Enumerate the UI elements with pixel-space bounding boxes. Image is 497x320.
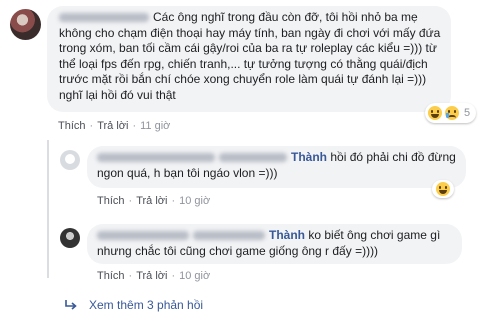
sad-icon [444, 105, 460, 121]
reply-avatar[interactable] [60, 228, 80, 248]
haha-icon [434, 181, 451, 197]
mention-link[interactable]: Thành [269, 228, 305, 242]
reply-timestamp[interactable]: 10 giờ [179, 270, 210, 282]
comment-reactions[interactable]: 5 [425, 103, 477, 123]
view-more-replies-link[interactable]: Xem thêm 3 phản hồi [64, 298, 203, 312]
reply-link[interactable]: Trả lời [97, 120, 128, 132]
like-link[interactable]: Thích [97, 270, 125, 282]
like-link[interactable]: Thích [58, 120, 86, 132]
reply-actions: Thích · Trả lời · 10 giờ [97, 195, 210, 207]
separator: · [128, 195, 133, 207]
separator: · [128, 270, 133, 282]
author-name-redacted[interactable] [59, 13, 149, 23]
author-name-redacted[interactable] [97, 231, 189, 241]
reply-avatar[interactable] [60, 150, 80, 170]
comment-text: Các ông nghĩ trong đầu còn đỡ, tôi hồi n… [59, 10, 441, 102]
mention-redacted[interactable] [193, 231, 265, 241]
mention-redacted[interactable] [219, 153, 287, 163]
comment-actions: Thích · Trả lời · 11 giờ [58, 120, 170, 132]
separator: · [171, 195, 176, 207]
reply-arrow-icon [64, 299, 78, 311]
separator: · [171, 270, 176, 282]
view-more-replies-label: Xem thêm 3 phản hồi [89, 298, 204, 312]
author-name-redacted[interactable] [97, 153, 215, 163]
reply-link[interactable]: Trả lời [136, 195, 167, 207]
reply-link[interactable]: Trả lời [136, 270, 167, 282]
separator: · [132, 120, 137, 132]
reaction-count: 5 [464, 107, 471, 119]
reply-reactions[interactable] [432, 180, 454, 198]
mention-link[interactable]: Thành [291, 150, 327, 164]
like-link[interactable]: Thích [97, 195, 125, 207]
reply-timestamp[interactable]: 10 giờ [179, 195, 210, 207]
reply-bubble: Thành ko biết ông chơi game gì nhưng chắ… [87, 224, 462, 264]
reply-bubble: Thành hồi đó phải chi đồ đừng ngon quá, … [87, 146, 466, 188]
commenter-avatar[interactable] [10, 9, 41, 40]
reply-actions: Thích · Trả lời · 10 giờ [97, 270, 210, 282]
comment-timestamp[interactable]: 11 giờ [140, 120, 170, 132]
reply-thread-line [47, 140, 49, 278]
comment-bubble: Các ông nghĩ trong đầu còn đỡ, tôi hồi n… [47, 6, 451, 112]
separator: · [89, 120, 94, 132]
haha-icon [427, 105, 443, 121]
